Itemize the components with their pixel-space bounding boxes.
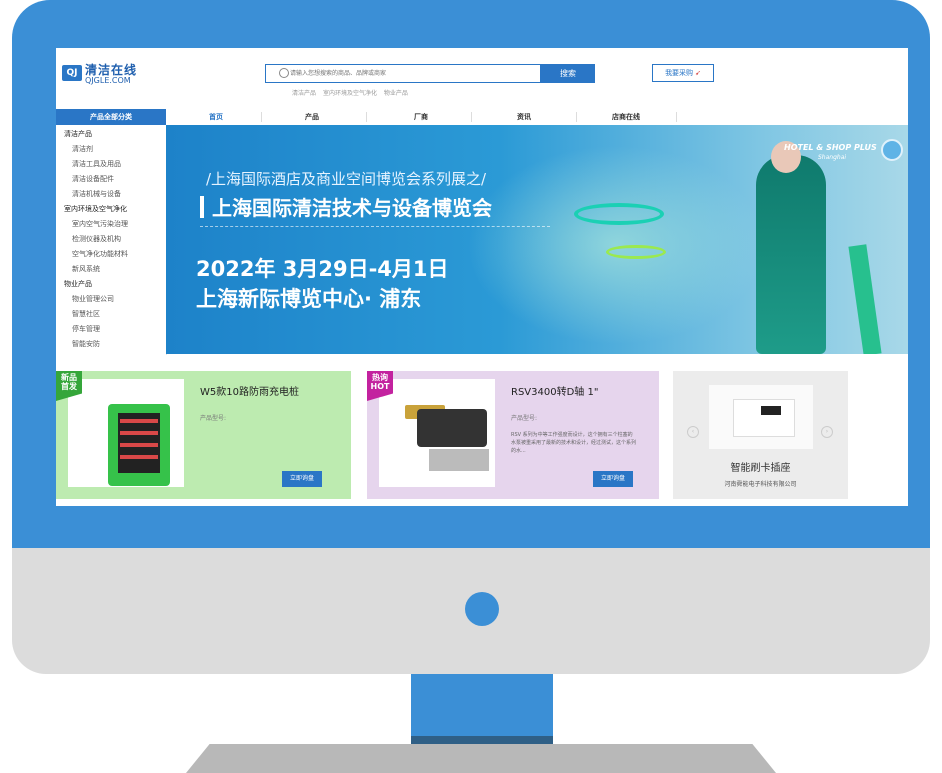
nav-divider [676, 112, 677, 122]
search-button[interactable]: 搜索 [541, 64, 595, 83]
inquiry-button[interactable]: 立即询盘 [282, 471, 322, 487]
category-sidebar: 清洁产品 清洁剂 清洁工具及用品 清洁设备配件 清洁机械与设备 室内环境及空气净… [56, 125, 167, 355]
hotel-shop-plus-logo: HOTEL & SHOP PLUS [784, 143, 877, 152]
sidebar-category[interactable]: 物业产品 [64, 279, 92, 289]
sidebar-subcategory[interactable]: 清洁设备配件 [72, 174, 114, 184]
nav-divider [261, 112, 262, 122]
product-title[interactable]: RSV3400转D轴 1" [511, 383, 598, 398]
expo-banner[interactable]: /上海国际酒店及商业空间博览会系列展之/ 上海国际清洁技术与设备博览会 2022… [166, 125, 908, 354]
charging-pile-indicator [120, 431, 158, 435]
expo-emblem-icon [881, 139, 903, 161]
banner-ring-decoration [574, 203, 664, 225]
product-image[interactable] [379, 379, 495, 487]
banner-glow [466, 145, 766, 345]
nav-divider [366, 112, 367, 122]
logo-badge[interactable]: QJ [62, 65, 82, 81]
inquiry-button[interactable]: 立即询盘 [593, 471, 633, 487]
search-icon [279, 68, 289, 78]
nav-home[interactable]: 首页 [186, 109, 246, 125]
all-categories-tab[interactable]: 产品全部分类 [56, 109, 166, 125]
product-card[interactable]: 热询 HOT RSV3400转D轴 1" 产品型号: RSV 系列为中等工作强度而… [367, 371, 659, 499]
nav-products[interactable]: 产品 [282, 109, 342, 125]
search-input[interactable] [290, 67, 530, 80]
carousel-prev-icon[interactable]: ‹ [687, 426, 699, 438]
sidebar-subcategory[interactable]: 智能安防 [72, 339, 100, 349]
hot-keyword[interactable]: 室内环境及空气净化 [323, 90, 377, 97]
sidebar-subcategory[interactable]: 物业管理公司 [72, 294, 114, 304]
banner-date: 2022年 3月29日-4月1日 [196, 257, 449, 281]
buy-arrow-icon: ➹ [695, 69, 701, 77]
nav-divider [576, 112, 577, 122]
tag-line: HOT [370, 382, 390, 391]
sidebar-subcategory[interactable]: 智慧社区 [72, 309, 100, 319]
product-card[interactable]: 新品 首发 W5款10路防雨充电桩 产品型号: 立即询盘 [56, 371, 351, 499]
banner-ring-decoration [606, 245, 666, 259]
buy-button-label: 我要采购 [665, 69, 694, 77]
sidebar-subcategory[interactable]: 清洁机械与设备 [72, 189, 121, 199]
banner-divider [200, 226, 550, 228]
nav-manufacturers[interactable]: 厂商 [391, 109, 451, 125]
sidebar-category[interactable]: 室内环境及空气净化 [64, 204, 127, 214]
monitor-stand-shadow [411, 736, 553, 744]
sidebar-subcategory[interactable]: 清洁工具及用品 [72, 159, 121, 169]
product-model-label: 产品型号: [511, 415, 538, 422]
charging-pile-indicator [120, 455, 158, 459]
banner-venue: 上海新际博览中心· 浦东 [196, 287, 422, 311]
banner-subtitle: /上海国际酒店及商业空间博览会系列展之/ [206, 170, 487, 188]
product-image[interactable] [68, 379, 184, 487]
sidebar-category[interactable]: 清洁产品 [64, 129, 92, 139]
product-card[interactable]: ‹ › 智能刷卡插座 河南舜能电子科技有限公司 [673, 371, 848, 499]
banner-figure-leg [848, 244, 882, 354]
hot-keyword[interactable]: 清洁产品 [292, 90, 316, 97]
product-model-label: 产品型号: [200, 415, 227, 422]
tag-line: 首发 [61, 382, 77, 391]
website-screen: QJ 清洁在线 QJGLE.COM 搜索 清洁产品 室内环境及空气净化 物业产品… [56, 48, 908, 506]
nav-news[interactable]: 资讯 [494, 109, 554, 125]
power-button [465, 592, 499, 626]
product-title[interactable]: 智能刷卡插座 [673, 459, 848, 474]
hot-keyword[interactable]: 物业产品 [384, 90, 408, 97]
banner-figure-illustration [756, 155, 826, 354]
sidebar-subcategory[interactable]: 室内空气污染治理 [72, 219, 128, 229]
logo-domain[interactable]: QJGLE.COM [85, 76, 131, 85]
main-nav: 产品全部分类 首页 产品 厂商 资讯 店商在线 [56, 109, 908, 126]
hotel-shop-plus-city: Shanghai [818, 154, 847, 161]
pump-base [429, 449, 489, 471]
sidebar-subcategory[interactable]: 检测仪器及机构 [72, 234, 121, 244]
sidebar-subcategory[interactable]: 新风系统 [72, 264, 100, 274]
banner-title-bar [200, 196, 204, 218]
banner-title: 上海国际清洁技术与设备博览会 [212, 196, 492, 220]
sidebar-subcategory[interactable]: 空气净化功能材料 [72, 249, 128, 259]
tag-line: 热询 [372, 373, 388, 382]
monitor-stand-base [186, 744, 776, 773]
product-description: RSV 系列为中等工作强度而设计，这个拥有三个柱塞的水泵被重采用了最新的技术和设… [511, 432, 637, 454]
company-name[interactable]: 河南舜能电子科技有限公司 [673, 479, 848, 488]
sidebar-subcategory[interactable]: 停车管理 [72, 324, 100, 334]
tag-line: 新品 [61, 373, 77, 382]
pump-image [417, 409, 487, 447]
sidebar-subcategory[interactable]: 清洁剂 [72, 144, 93, 154]
charging-pile-indicator [120, 443, 158, 447]
buy-button[interactable]: 我要采购 ➹ [652, 64, 714, 82]
hot-keywords: 清洁产品 室内环境及空气净化 物业产品 [292, 88, 413, 97]
nav-divider [471, 112, 472, 122]
product-title[interactable]: W5款10路防雨充电桩 [200, 383, 299, 398]
nav-stores[interactable]: 店商在线 [596, 109, 656, 125]
carousel-next-icon[interactable]: › [821, 426, 833, 438]
card-socket-image [733, 399, 795, 437]
monitor-stand-neck [411, 674, 553, 744]
charging-pile-indicator [120, 419, 158, 423]
card-socket-display [761, 406, 781, 415]
